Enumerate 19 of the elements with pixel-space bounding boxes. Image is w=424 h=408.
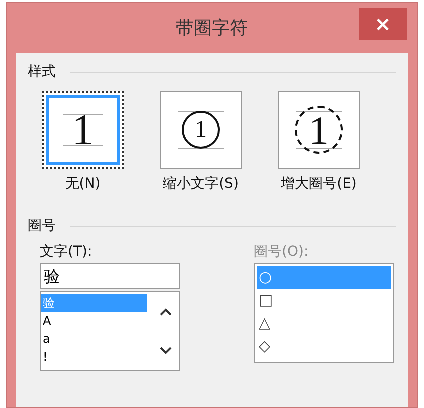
style-option-label[interactable]: 无(N) — [65, 175, 101, 193]
window-title: 带圈字符 — [176, 17, 248, 40]
list-item[interactable]: A — [41, 312, 147, 330]
list-item[interactable]: a — [41, 330, 147, 348]
style-option-label[interactable]: 增大圈号(E) — [281, 175, 357, 193]
text-label: 文字(T): — [40, 243, 94, 261]
scroll-up-icon[interactable] — [160, 308, 172, 316]
enclosure-label: 圈号(O): — [254, 243, 310, 261]
section-label: 样式 — [28, 63, 56, 81]
scroll-down-icon[interactable] — [160, 346, 172, 354]
style-option-label[interactable]: 缩小文字(S) — [163, 175, 239, 193]
list-item[interactable]: ! — [41, 348, 147, 366]
style-preview[interactable]: 1 — [42, 91, 124, 169]
style-preview[interactable]: 1 — [160, 91, 242, 169]
close-button[interactable]: × — [359, 8, 407, 40]
style-preview[interactable]: 1 — [278, 91, 360, 169]
text-input-field[interactable]: 验 — [40, 263, 180, 289]
text-list-box[interactable]: 验 A a ! — [40, 291, 180, 371]
section-label: 圈号 — [28, 217, 56, 235]
